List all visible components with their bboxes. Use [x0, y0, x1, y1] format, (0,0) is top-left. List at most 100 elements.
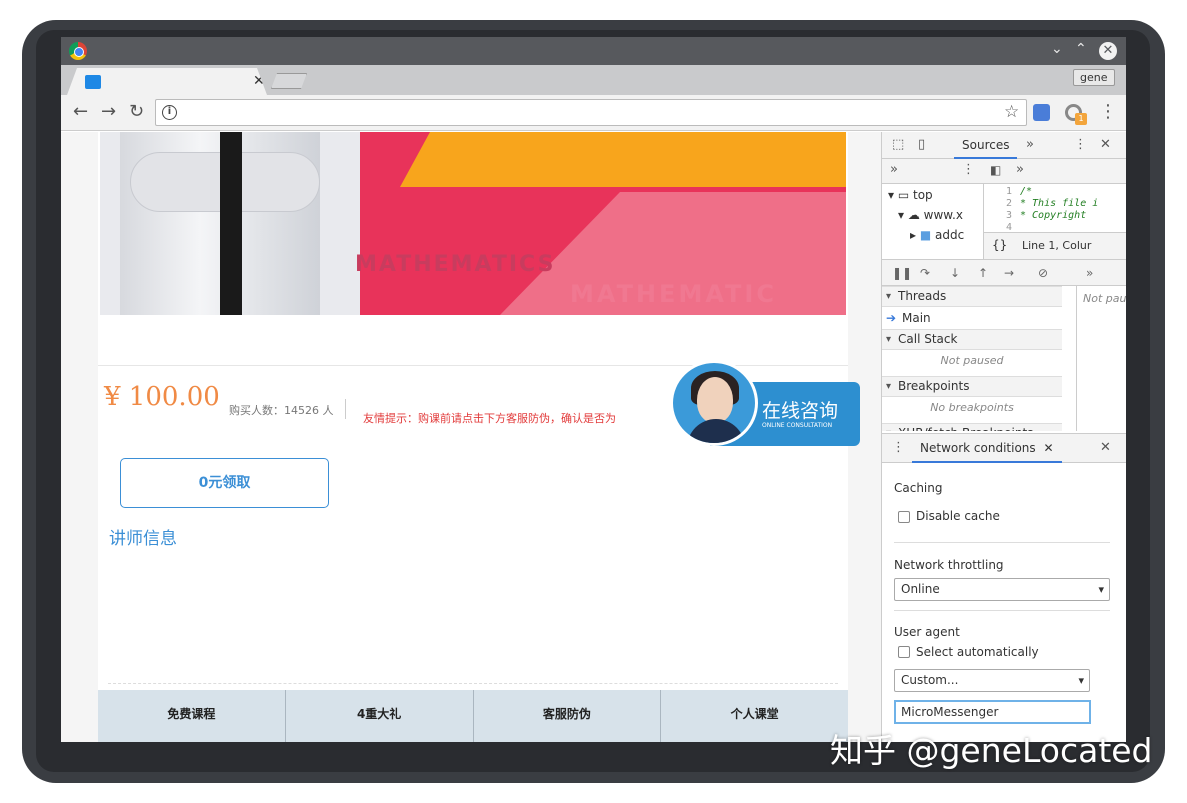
debugger-more-icon[interactable]: » [1086, 266, 1093, 280]
drawer-header: ⋮ Network conditions ✕ ✕ [882, 433, 1126, 463]
close-drawer-icon[interactable]: ✕ [1100, 440, 1111, 455]
call-stack-section[interactable]: Call Stack [882, 329, 1062, 350]
maximize-button[interactable]: ⌃ [1075, 41, 1087, 57]
chrome-menu-icon[interactable]: ⋮ [1099, 101, 1117, 122]
close-devtools-icon[interactable]: ✕ [1100, 137, 1111, 152]
cursor-position: Line 1, Colur [1022, 239, 1092, 252]
editor-status-bar: {} Line 1, Colur [984, 232, 1126, 259]
tree-folder[interactable]: ▸ ■ addc [910, 228, 964, 242]
drawer-menu-icon[interactable]: ⋮ [892, 440, 905, 455]
tree-top[interactable]: ▾ ▭ top [888, 188, 933, 202]
watermark: 知乎 @geneLocated [830, 731, 1153, 770]
web-page: MATHEMATICS MATHEMATIC ¥ 100.00 购买人数：145… [61, 132, 881, 742]
course-price: ¥ 100.00 [104, 382, 220, 412]
main-thread[interactable]: ➔ Main [882, 307, 1062, 329]
tab-favicon-icon [85, 75, 101, 89]
teacher-info-heading: 讲师信息 [109, 529, 177, 549]
page-content: MATHEMATICS MATHEMATIC ¥ 100.00 购买人数：145… [98, 132, 860, 742]
tree-domain[interactable]: ▾ ☁ www.x [898, 208, 963, 222]
sources-subheader: » ⋮ ◧ » [882, 159, 1126, 184]
user-agent-select[interactable]: Custom... [894, 669, 1090, 692]
xhr-breakpoints-section[interactable]: XHR/fetch Breakpoints [882, 423, 1062, 431]
tree-domain-label: www.x [923, 208, 963, 222]
throttling-select[interactable]: Online [894, 578, 1110, 601]
info-icon[interactable]: i [162, 105, 177, 120]
call-stack-status: Not paused [940, 354, 1004, 367]
inspect-element-icon[interactable]: ⬚ [892, 137, 904, 152]
address-bar[interactable]: i ☆ [155, 99, 1027, 126]
pretty-print-button[interactable]: {} [992, 238, 1007, 252]
throttling-label: Network throttling [894, 558, 1004, 572]
step-out-icon[interactable]: ↑ [978, 266, 988, 280]
back-arrow-icon[interactable]: ← [73, 101, 88, 122]
line-number: 3 [1006, 210, 1013, 221]
disable-cache-label: Disable cache [916, 509, 1000, 523]
teacher-tie [220, 132, 242, 315]
code-editor: 1 /* 2 * This file i 3 * Copyright 4 {} … [983, 184, 1126, 259]
main-thread-label: Main [902, 311, 931, 325]
free-claim-button[interactable]: 0元领取 [120, 458, 329, 508]
profile-button[interactable]: gene [1073, 69, 1115, 86]
debugger-toolbar: ❚❚ ↷ ↓ ↑ → ⊘ » [882, 259, 1126, 286]
consult-subtitle: ONLINE CONSULTATION [762, 422, 833, 429]
deactivate-breakpoints-icon[interactable]: ⊘ [1038, 266, 1048, 280]
banner-shape-yellow [400, 132, 846, 187]
nav-my-classroom[interactable]: 个人课堂 [661, 690, 848, 742]
navigator-menu-icon[interactable]: ⋮ [962, 162, 975, 177]
file-navigator: ▾ ▭ top ▾ ☁ www.x ▸ ■ addc [882, 184, 982, 259]
step-icon[interactable]: → [1004, 266, 1014, 280]
step-over-icon[interactable]: ↷ [920, 266, 930, 280]
code-line: * Copyright [1020, 210, 1087, 221]
title-bar: ⌄ ⌃ ✕ [61, 37, 1126, 65]
devtools-header: ⬚ ▯ Sources » ⋮ ✕ [882, 132, 1126, 159]
debugger-sidebar: Threads ➔ Main Call Stack Not paused Bre… [882, 286, 1064, 431]
tree-top-label: top [913, 188, 933, 202]
user-agent-input[interactable]: MicroMessenger [894, 700, 1091, 724]
scope-status: Not pau [1083, 292, 1126, 305]
toolbar: ← → ↻ i ☆ 1 ⋮ [61, 95, 1126, 131]
disable-cache-checkbox[interactable] [898, 511, 910, 523]
consult-title: 在线咨询 [762, 400, 839, 422]
tab-close-button[interactable]: ✕ [253, 73, 265, 89]
agent-body [687, 419, 745, 443]
devtools-menu-icon[interactable]: ⋮ [1074, 137, 1087, 152]
network-conditions-label: Network conditions [920, 441, 1036, 455]
separator [894, 542, 1110, 543]
nav-customer-service[interactable]: 客服防伪 [474, 690, 662, 742]
line-number: 2 [1006, 198, 1013, 209]
tab-sources[interactable]: Sources [954, 132, 1018, 159]
separator [894, 610, 1110, 611]
online-consultation-button[interactable]: 在线咨询 ONLINE CONSULTATION [670, 360, 860, 446]
agent-face [697, 377, 733, 423]
pause-icon[interactable]: ❚❚ [892, 266, 912, 280]
breakpoints-section[interactable]: Breakpoints [882, 376, 1062, 397]
bookmark-star-icon[interactable]: ☆ [1004, 102, 1019, 122]
buyer-count: 购买人数：14526 人 [229, 404, 334, 417]
translate-extension-icon[interactable] [1033, 104, 1050, 121]
nav-gifts[interactable]: 4重大礼 [286, 690, 474, 742]
navigator-more-icon[interactable]: » [890, 162, 898, 177]
teacher-photo [100, 132, 360, 315]
forward-arrow-icon[interactable]: → [101, 101, 116, 122]
minimize-button[interactable]: ⌄ [1051, 41, 1063, 57]
tab-strip: ✕ gene [61, 65, 1126, 95]
editor-more-icon[interactable]: » [1016, 162, 1024, 177]
tab-network-conditions[interactable]: Network conditions ✕ [912, 434, 1062, 463]
close-tab-icon[interactable]: ✕ [1043, 441, 1053, 455]
code-view[interactable]: 1 /* 2 * This file i 3 * Copyright 4 [984, 184, 1126, 233]
active-tab[interactable]: ✕ [67, 68, 267, 95]
toggle-navigator-icon[interactable]: ◧ [990, 163, 1001, 177]
breakpoints-status: No breakpoints [930, 401, 1014, 414]
select-automatically-label: Select automatically [916, 645, 1039, 659]
close-window-button[interactable]: ✕ [1099, 42, 1117, 60]
nav-free-courses[interactable]: 免费课程 [98, 690, 286, 742]
device-toolbar-icon[interactable]: ▯ [918, 137, 925, 152]
select-automatically-checkbox[interactable] [898, 646, 910, 658]
reload-icon[interactable]: ↻ [129, 101, 144, 122]
banner-text: MATHEMATICS [355, 252, 556, 277]
new-tab-button[interactable] [271, 73, 307, 89]
threads-section[interactable]: Threads [882, 286, 1062, 307]
folder-icon: ■ [919, 228, 932, 242]
step-into-icon[interactable]: ↓ [950, 266, 960, 280]
more-tabs-icon[interactable]: » [1026, 137, 1034, 152]
